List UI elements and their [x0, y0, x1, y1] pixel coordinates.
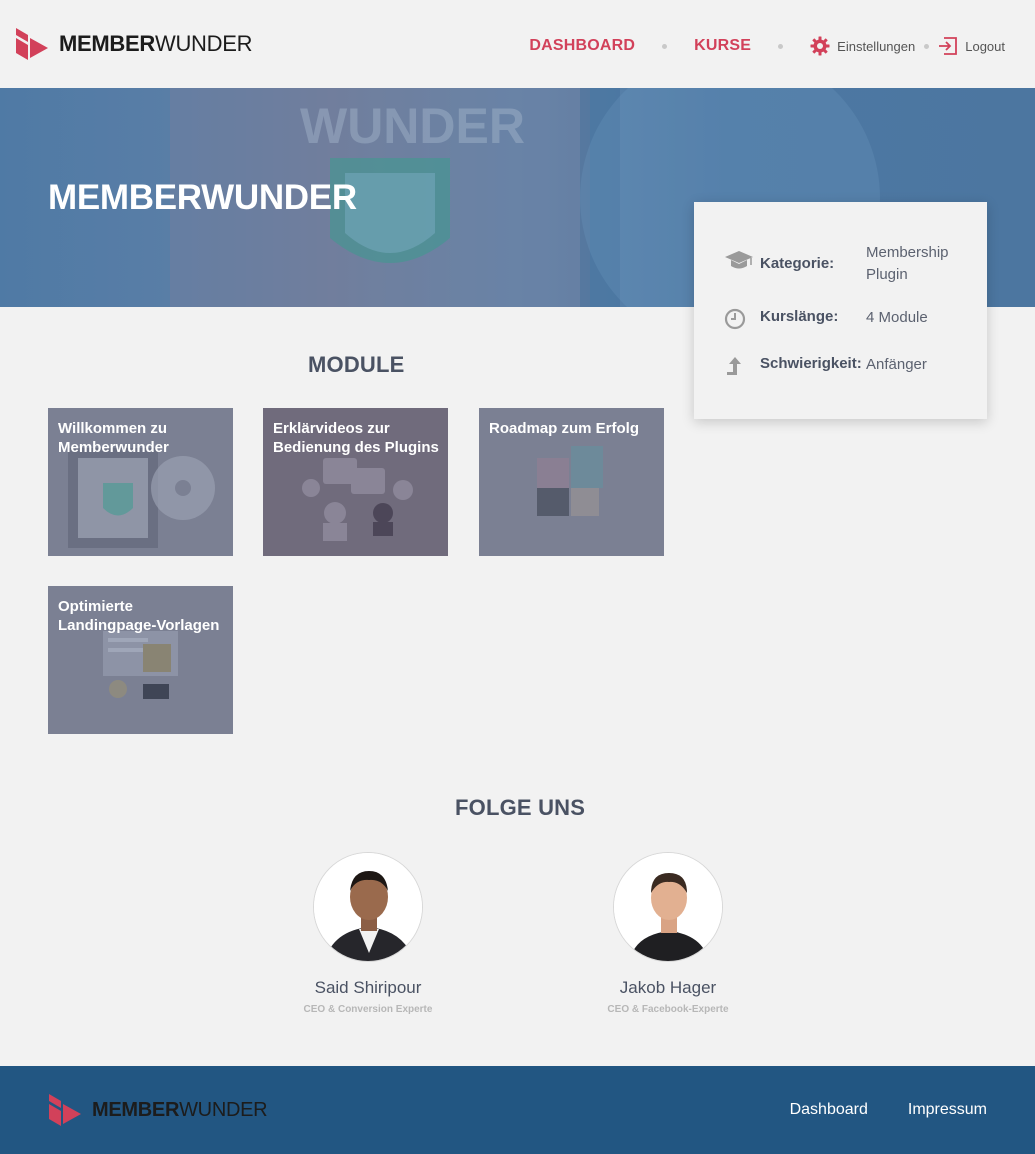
follow-heading: FOLGE UNS: [455, 795, 586, 820]
person-name: Jakob Hager: [619, 978, 717, 997]
footer-logo[interactable]: MEMBERWUNDER: [47, 1092, 268, 1128]
category-label: Kategorie:: [760, 255, 835, 272]
nav-separator: [778, 43, 784, 49]
nav-separator: [662, 43, 668, 49]
module-title: Erklärvideos zur Bedienung des Plugins: [273, 420, 439, 456]
brand-name: MEMBERWUNDER: [92, 1098, 268, 1121]
difficulty-label: Schwierigkeit:: [760, 355, 862, 372]
person-role: CEO & Conversion Experte: [303, 1004, 433, 1015]
course-title: MEMBERWUNDER: [48, 178, 357, 217]
person-photo: [614, 853, 722, 961]
avatar[interactable]: [613, 852, 723, 962]
nav-logout-label: Logout: [965, 38, 1005, 54]
svg-text:WUNDER: WUNDER: [300, 98, 525, 154]
nav-dashboard-link[interactable]: DASHBOARD: [529, 37, 635, 55]
module-title: Willkommen zu Memberwunder: [58, 420, 169, 456]
module-title: Optimierte Landingpage-Vorlagen: [58, 598, 220, 634]
footer-dashboard-link[interactable]: Dashboard: [790, 1101, 868, 1119]
nav-settings-label: Einstellungen: [837, 38, 916, 54]
level-up-icon: [727, 357, 741, 375]
modules-heading: MODULE: [308, 352, 405, 377]
footer-nav: Dashboard Impressum: [750, 1101, 987, 1119]
avatar[interactable]: [313, 852, 423, 962]
nav-courses-link[interactable]: KURSE: [694, 37, 751, 55]
person-role: CEO & Facebook-Experte: [607, 1004, 729, 1015]
brand-name: MEMBERWUNDER: [59, 31, 253, 56]
footer-impressum-link[interactable]: Impressum: [908, 1101, 987, 1119]
info-row-length: Kurslänge: 4 Module: [724, 307, 966, 331]
module-tile[interactable]: Optimierte Landingpage-Vorlagen: [48, 586, 233, 734]
gear-icon: [810, 36, 830, 56]
graduation-cap-icon: [725, 251, 753, 269]
logo-mark-icon: [16, 28, 48, 60]
info-row-category: Kategorie: Membership Plugin: [724, 242, 966, 286]
nav-separator: [924, 43, 930, 49]
course-info-card: Kategorie: Membership Plugin Kurslänge: …: [694, 202, 987, 419]
main-nav: DASHBOARD KURSE Einstellungen Logout: [529, 36, 1005, 56]
module-tile[interactable]: Erklärvideos zur Bedienung des Plugins: [263, 408, 448, 556]
person-photo: [314, 853, 422, 961]
length-label: Kurslänge:: [760, 308, 839, 325]
module-title: Roadmap zum Erfolg: [489, 420, 640, 437]
logout-icon: [939, 37, 958, 55]
clock-icon: [724, 308, 746, 330]
logo-mark-icon: [49, 1094, 81, 1126]
team-member: Said Shiripour CEO & Conversion Experte: [248, 852, 488, 1015]
length-value: 4 Module: [866, 309, 928, 326]
nav-logout-link[interactable]: Logout: [938, 36, 1005, 56]
site-header: MEMBERWUNDER DASHBOARD KURSE Einstellung…: [0, 0, 1035, 88]
module-tile[interactable]: Roadmap zum Erfolg: [479, 408, 664, 556]
nav-settings-link[interactable]: Einstellungen: [810, 36, 915, 56]
module-tile[interactable]: Willkommen zu Memberwunder: [48, 408, 233, 556]
person-name: Said Shiripour: [314, 978, 422, 997]
site-footer: MEMBERWUNDER Dashboard Impressum: [0, 1066, 1035, 1154]
info-row-difficulty: Schwierigkeit: Anfänger: [724, 354, 966, 378]
brand-logo[interactable]: MEMBERWUNDER: [14, 26, 252, 62]
difficulty-value: Anfänger: [866, 356, 927, 373]
category-value: Membership Plugin: [866, 244, 949, 283]
team-member: Jakob Hager CEO & Facebook-Experte: [548, 852, 788, 1015]
